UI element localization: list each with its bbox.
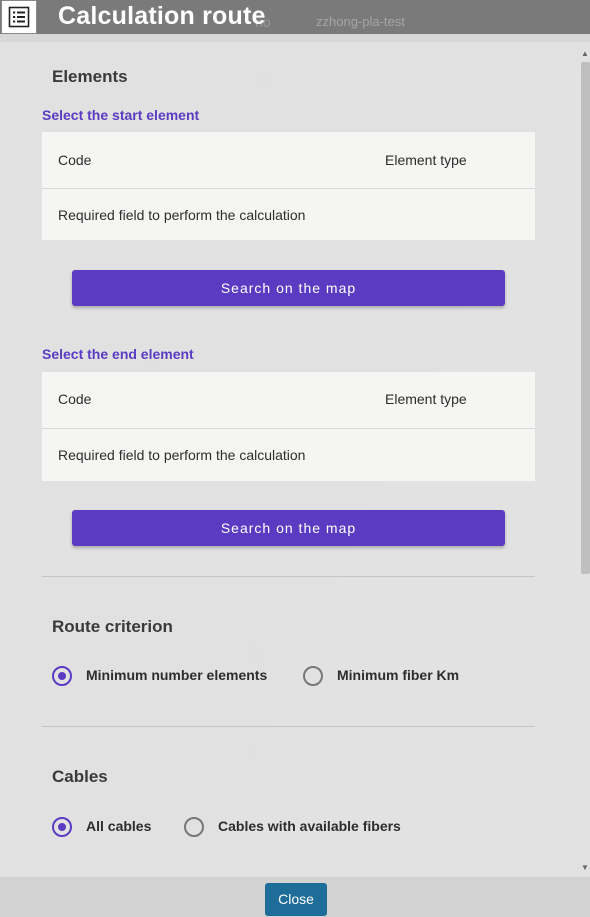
required-field-message: Required field to perform the calculatio…: [58, 207, 306, 223]
divider: [42, 726, 535, 727]
menu-button[interactable]: [1, 0, 37, 34]
close-button[interactable]: Close: [265, 883, 327, 916]
elements-section-title: Elements: [52, 67, 128, 86]
list-icon: [8, 6, 30, 28]
table-header-row: Code Element type: [42, 372, 535, 429]
cables-section-title: Cables: [52, 767, 108, 786]
minimum-fiber-km-radio[interactable]: [303, 666, 323, 686]
table-row: Required field to perform the calculatio…: [42, 189, 535, 240]
minimum-elements-label[interactable]: Minimum number elements: [86, 667, 267, 683]
end-element-table: Code Element type Required field to perf…: [42, 372, 535, 481]
code-column-header: Code: [58, 152, 92, 168]
panel-footer: Close: [0, 877, 590, 917]
available-fibers-label[interactable]: Cables with available fibers: [218, 818, 401, 834]
all-cables-radio[interactable]: [52, 817, 72, 837]
panel-header: Calculation route: [0, 0, 590, 34]
divider: [42, 576, 535, 577]
all-cables-label[interactable]: All cables: [86, 818, 151, 834]
available-fibers-radio[interactable]: [184, 817, 204, 837]
element-type-column-header: Element type: [385, 391, 467, 407]
minimum-fiber-km-label[interactable]: Minimum fiber Km: [337, 667, 459, 683]
scrollbar-thumb[interactable]: [581, 62, 590, 574]
minimum-elements-radio[interactable]: [52, 666, 72, 686]
start-element-table: Code Element type Required field to perf…: [42, 132, 535, 240]
route-criterion-title: Route criterion: [52, 617, 173, 636]
scroll-up-arrow-icon[interactable]: ▲: [581, 50, 589, 58]
start-element-label: Select the start element: [42, 107, 200, 123]
table-row: Required field to perform the calculatio…: [42, 429, 535, 481]
element-type-column-header: Element type: [385, 152, 467, 168]
search-start-on-map-button[interactable]: Search on the map: [72, 270, 505, 306]
table-header-row: Code Element type: [42, 132, 535, 189]
end-element-label: Select the end element: [42, 346, 194, 362]
search-end-on-map-button[interactable]: Search on the map: [72, 510, 505, 546]
code-column-header: Code: [58, 391, 92, 407]
scroll-down-arrow-icon[interactable]: ▼: [581, 864, 589, 872]
panel-title: Calculation route: [58, 2, 266, 30]
required-field-message: Required field to perform the calculatio…: [58, 447, 306, 463]
